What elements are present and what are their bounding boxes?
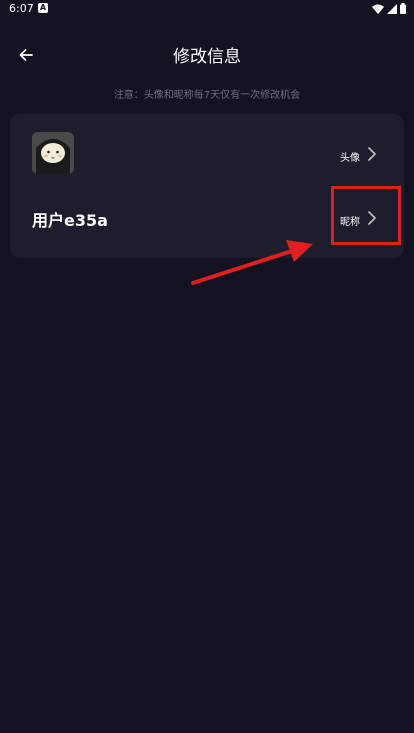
- annotation-highlight-box: [331, 186, 401, 245]
- status-icons: [372, 3, 406, 14]
- signal-icon: [387, 3, 397, 14]
- avatar-label: 头像: [340, 153, 360, 164]
- avatar-row[interactable]: 头像: [10, 114, 404, 194]
- avatar: [32, 132, 74, 174]
- status-time: 6:07: [9, 2, 34, 15]
- a-icon: A: [38, 3, 48, 13]
- battery-icon: [400, 3, 406, 14]
- header: 修改信息: [0, 35, 414, 71]
- nickname-value: 用户e35a: [32, 211, 108, 230]
- annotation-arrow-icon: [191, 240, 313, 285]
- chevron-right-icon: [368, 147, 376, 161]
- wifi-icon: [372, 4, 384, 14]
- page-title: 修改信息: [173, 47, 241, 67]
- avatar-image: [32, 132, 74, 174]
- status-bar: 6:07 A: [0, 0, 414, 20]
- notice-text: 注意：头像和昵称每7天仅有一次修改机会: [113, 90, 301, 101]
